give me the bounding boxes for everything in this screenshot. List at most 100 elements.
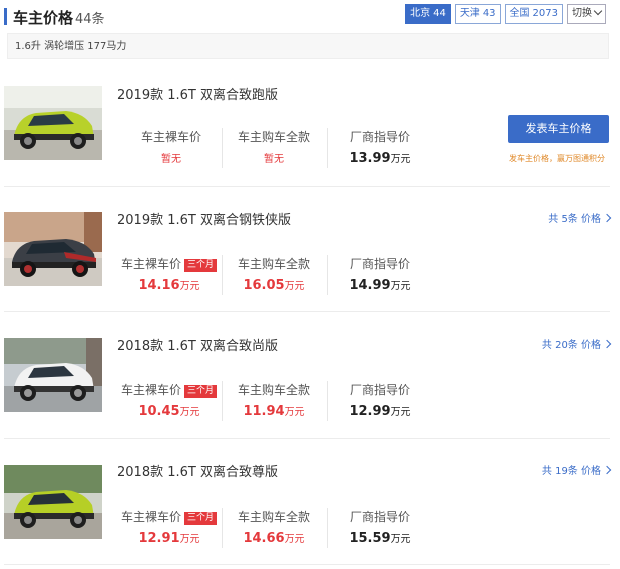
price-label: 厂商指导价	[349, 257, 410, 271]
price-label: 车主裸车价	[120, 257, 181, 271]
price-value: 14.16万元	[118, 277, 220, 293]
msrp-price: 厂商指导价 12.99万元	[332, 381, 428, 419]
price-label: 车主购车全款	[237, 257, 310, 271]
divider	[222, 381, 223, 421]
price-label-row: 车主裸车价 三个月	[118, 255, 220, 272]
price-count-link[interactable]: 共 5条 价格	[548, 210, 612, 225]
city-tab-tianjin[interactable]: 天津 43	[454, 4, 501, 24]
price-number: 12.91	[138, 531, 180, 546]
divider	[327, 381, 328, 421]
price-number: 12.99	[349, 404, 391, 419]
chevron-right-icon	[602, 213, 612, 223]
post-owner-price-button[interactable]: 发表车主价格	[508, 115, 609, 143]
city-count: 2073	[532, 8, 558, 19]
divider	[222, 128, 223, 168]
chevron-right-icon	[602, 465, 612, 475]
city-count: 44	[433, 8, 446, 19]
model-name[interactable]: 2018款 1.6T 双离合致尊版	[117, 461, 278, 480]
spec-filter-bar: 1.6升 涡轮增压 177马力	[7, 33, 609, 59]
price-unit: 万元	[390, 154, 411, 165]
price-count-link[interactable]: 共 19条 价格	[541, 462, 612, 477]
divider	[327, 508, 328, 548]
price-label: 厂商指导价	[349, 510, 410, 524]
car-image[interactable]	[4, 212, 102, 286]
price-value: 10.45万元	[118, 403, 220, 419]
title-accent-bar	[4, 8, 7, 25]
three-month-badge: 三个月	[184, 512, 218, 525]
divider	[327, 128, 328, 168]
owner-full-price: 车主购车全款 暂无	[226, 128, 322, 165]
owner-bare-price: 车主裸车价 三个月 12.91万元	[118, 508, 220, 546]
price-unit: 万元	[284, 281, 305, 292]
price-number: 14.66	[243, 531, 285, 546]
divider	[327, 255, 328, 295]
price-count-text: 共 19条 价格	[541, 466, 601, 477]
car-image[interactable]	[4, 465, 102, 539]
msrp-price: 厂商指导价 15.59万元	[332, 508, 428, 546]
divider	[4, 186, 610, 187]
price-unit: 万元	[390, 407, 411, 418]
price-label: 厂商指导价	[349, 383, 410, 397]
price-number: 16.05	[243, 278, 285, 293]
price-value: 暂无	[161, 154, 181, 165]
price-unit: 万元	[284, 407, 305, 418]
price-value: 14.66万元	[226, 530, 322, 546]
owner-full-price: 车主购车全款 11.94万元	[226, 381, 322, 419]
price-count-link[interactable]: 共 20条 价格	[541, 336, 612, 351]
msrp-price: 厂商指导价 13.99万元	[332, 128, 428, 166]
price-label: 车主购车全款	[237, 383, 310, 397]
model-name[interactable]: 2019款 1.6T 双离合钢铁侠版	[117, 209, 291, 228]
city-name: 全国	[509, 8, 530, 19]
price-value: 14.99万元	[332, 277, 428, 293]
divider	[4, 311, 610, 312]
price-number: 11.94	[243, 404, 285, 419]
city-count: 43	[482, 8, 496, 19]
price-value: 13.99万元	[332, 150, 428, 166]
price-label: 车主裸车价	[120, 510, 181, 524]
price-number: 14.99	[349, 278, 391, 293]
model-name[interactable]: 2019款 1.6T 双离合致跑版	[117, 84, 278, 103]
price-count-text: 共 5条 价格	[548, 214, 601, 225]
chevron-down-icon	[593, 6, 603, 16]
price-label: 车主裸车价	[120, 383, 181, 397]
price-label: 车主购车全款	[237, 130, 310, 144]
price-number: 10.45	[138, 404, 180, 419]
owner-bare-price: 车主裸车价 三个月 10.45万元	[118, 381, 220, 419]
price-unit: 万元	[179, 407, 200, 418]
city-switch-dropdown[interactable]: 切换	[567, 4, 606, 24]
divider	[222, 255, 223, 295]
car-image[interactable]	[4, 338, 102, 412]
section-header: 车主价格 44条 北京 44 天津 43 全国 2073 切换	[0, 0, 620, 32]
price-label: 车主裸车价	[140, 130, 201, 144]
owner-bare-price: 车主裸车价 三个月 14.16万元	[118, 255, 220, 293]
divider	[4, 438, 610, 439]
price-value: 16.05万元	[226, 277, 322, 293]
city-tab-beijing[interactable]: 北京 44	[405, 4, 451, 24]
price-unit: 万元	[390, 281, 411, 292]
three-month-badge: 三个月	[184, 385, 218, 398]
price-value: 15.59万元	[332, 530, 428, 546]
model-name[interactable]: 2018款 1.6T 双离合致尚版	[117, 335, 278, 354]
spec-filter-text: 1.6升 涡轮增压 177马力	[15, 41, 127, 52]
price-count-text: 共 20条 价格	[541, 340, 601, 351]
title-text: 车主价格	[13, 9, 74, 27]
divider	[4, 564, 610, 565]
price-number: 15.59	[349, 531, 391, 546]
price-value: 暂无	[264, 154, 284, 165]
price-value: 11.94万元	[226, 403, 322, 419]
divider	[222, 508, 223, 548]
city-tab-national[interactable]: 全国 2073	[504, 4, 563, 24]
section-title: 车主价格 44条	[13, 7, 105, 28]
msrp-price: 厂商指导价 14.99万元	[332, 255, 428, 293]
price-number: 14.16	[138, 278, 180, 293]
car-image[interactable]	[4, 86, 102, 160]
switch-label: 切换	[572, 8, 592, 19]
owner-full-price: 车主购车全款 16.05万元	[226, 255, 322, 293]
city-name: 天津	[459, 8, 480, 19]
price-number: 13.99	[349, 151, 391, 166]
title-count: 44条	[75, 12, 105, 27]
price-value: 12.91万元	[118, 530, 220, 546]
price-unit: 万元	[284, 534, 305, 545]
price-label: 厂商指导价	[349, 130, 410, 144]
price-label-row: 车主裸车价 三个月	[118, 381, 220, 398]
